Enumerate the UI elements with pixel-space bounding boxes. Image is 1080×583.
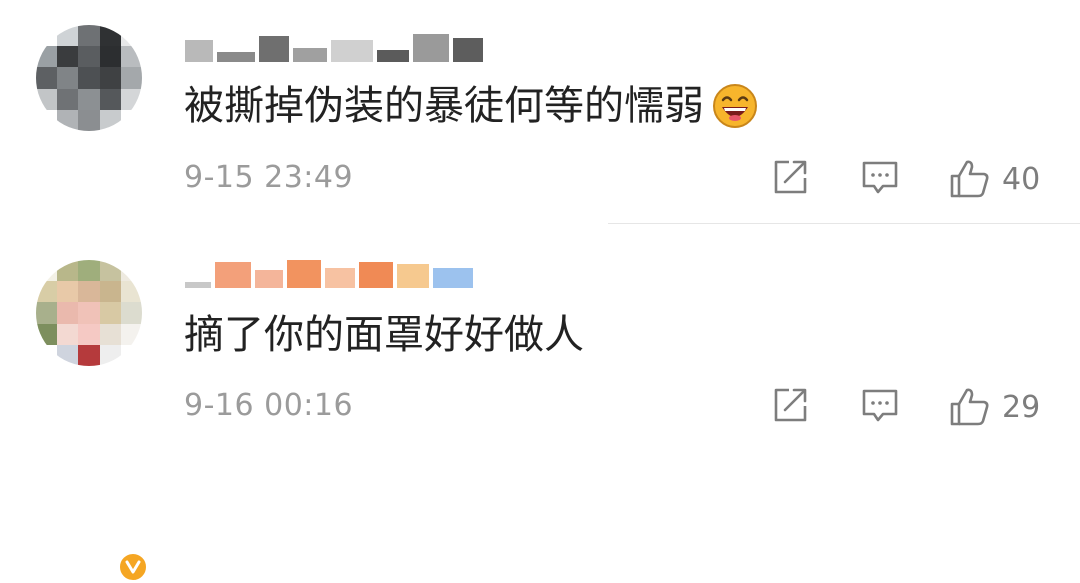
username-redacted[interactable] (185, 32, 487, 62)
like-count: 29 (1002, 389, 1041, 425)
comment-icon (862, 389, 898, 422)
share-button[interactable] (770, 385, 810, 425)
avatar[interactable] (36, 25, 142, 131)
divider (608, 223, 1080, 224)
like-button[interactable]: 40 (948, 157, 1040, 201)
avatar-mosaic (36, 25, 142, 131)
comment-body: 被撕掉伪装的暴徒何等的懦弱 (184, 83, 704, 129)
like-count: 40 (1002, 161, 1041, 197)
avatar[interactable] (36, 260, 142, 366)
thumbs-up-icon (950, 388, 989, 426)
comment-text: 摘了你的面罩好好做人 (184, 311, 584, 359)
timestamp: 9-15 23:49 (184, 160, 354, 195)
reply-button[interactable] (860, 385, 900, 425)
avatar-mosaic (36, 260, 142, 366)
comment-icon (862, 161, 898, 194)
comment-text: 被撕掉伪装的暴徒何等的懦弱 (184, 82, 758, 130)
laughing-face-icon (713, 84, 757, 128)
reply-button[interactable] (860, 157, 900, 197)
comment-body: 摘了你的面罩好好做人 (184, 312, 584, 358)
share-icon (774, 160, 807, 194)
verified-badge-icon (117, 551, 149, 583)
share-icon (774, 388, 807, 422)
comment-item: 被撕掉伪装的暴徒何等的懦弱 9-15 23:49 40 (0, 0, 1080, 222)
share-button[interactable] (770, 157, 810, 197)
thumbs-up-icon (950, 160, 989, 198)
username-redacted[interactable] (185, 258, 477, 288)
like-button[interactable]: 29 (948, 385, 1040, 429)
timestamp: 9-16 00:16 (184, 388, 354, 423)
comment-item: 摘了你的面罩好好做人 9-16 00:16 29 (0, 225, 1080, 583)
